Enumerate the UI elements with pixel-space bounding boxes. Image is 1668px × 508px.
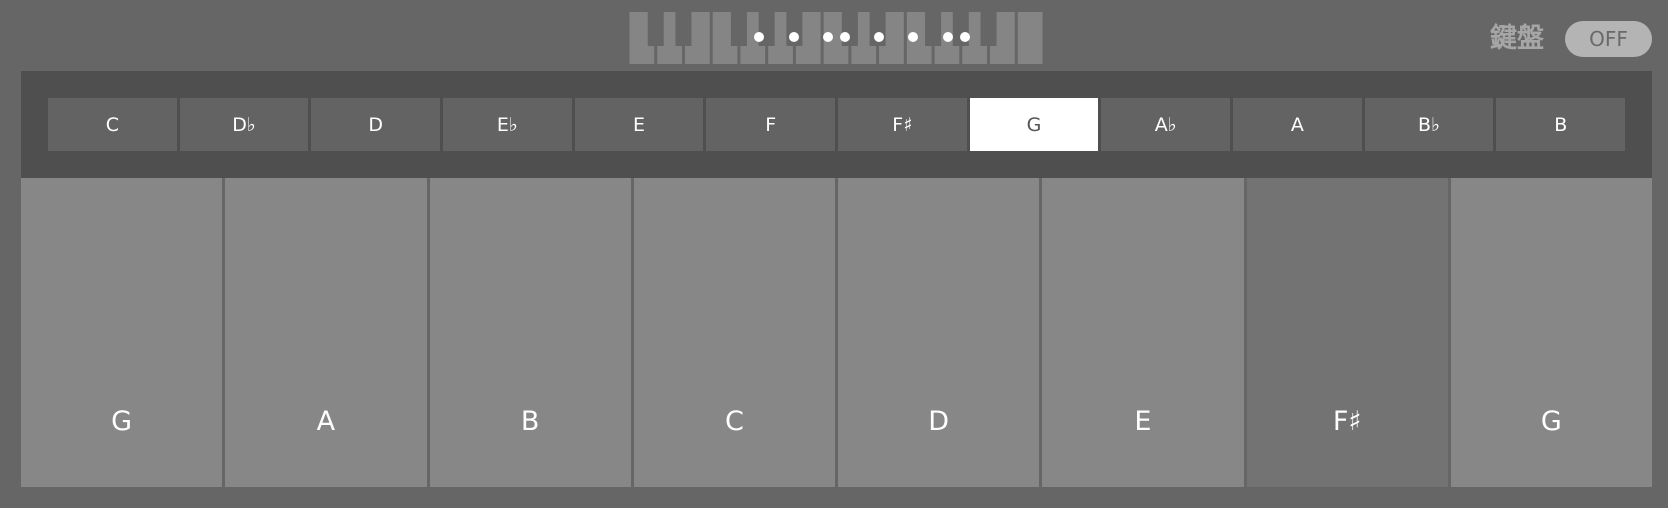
key-button-0[interactable]: C	[48, 98, 177, 151]
mini-white-key	[1017, 12, 1043, 64]
key-button-10[interactable]: B♭	[1364, 98, 1494, 151]
mini-scale-dot	[789, 32, 799, 42]
scale-key-label: C	[724, 406, 744, 437]
key-button-11[interactable]: B	[1496, 98, 1626, 151]
scale-key[interactable]: E	[1042, 178, 1244, 487]
keyboard-toggle[interactable]: OFF	[1565, 21, 1652, 57]
scale-keyboard: G A B C D E F♯ G	[21, 178, 1652, 487]
mini-scale-dot	[823, 32, 833, 42]
mini-scale-dot	[960, 32, 970, 42]
scale-key[interactable]: G	[21, 178, 223, 487]
scale-key-label: E	[1134, 406, 1152, 437]
scale-key-label: F♯	[1332, 406, 1362, 437]
scale-key-label: G	[1540, 406, 1562, 437]
scale-key[interactable]: D	[838, 178, 1040, 487]
key-selector-panel: C D♭ D E♭ E F F♯ G A♭ A B♭ B	[21, 71, 1652, 178]
key-button-4[interactable]: E	[574, 98, 704, 151]
scale-key[interactable]: A	[225, 178, 427, 487]
keyboard-label: 鍵盤	[1490, 23, 1544, 54]
key-button-9[interactable]: A	[1233, 98, 1362, 151]
scale-key[interactable]: B	[429, 178, 631, 487]
mini-black-key	[980, 12, 997, 46]
key-button-8[interactable]: A♭	[1101, 98, 1231, 151]
key-button-3[interactable]: E♭	[443, 98, 572, 151]
mini-scale-dot	[840, 32, 850, 42]
key-button-6[interactable]: F♯	[838, 98, 967, 151]
mini-scale-dot	[874, 32, 884, 42]
key-button-1[interactable]: D♭	[179, 98, 309, 151]
scale-key-label: D	[928, 406, 950, 437]
mini-keyboard-icon	[629, 12, 1043, 64]
key-button-7[interactable]: G	[969, 98, 1099, 151]
scale-key-label: A	[316, 406, 336, 437]
mini-black-key	[675, 12, 692, 46]
mini-black-key	[925, 12, 942, 46]
mini-black-key	[730, 12, 747, 46]
key-button-5[interactable]: F	[706, 98, 836, 151]
scale-key-label: B	[520, 406, 540, 437]
key-button-2[interactable]: D	[311, 98, 441, 151]
scale-key-label: G	[111, 406, 133, 437]
scale-key[interactable]: C	[633, 178, 835, 487]
key-selector: C D♭ D E♭ E F F♯ G A♭ A B♭ B	[48, 98, 1626, 151]
scale-key[interactable]: F♯	[1246, 178, 1448, 487]
mini-black-key	[647, 12, 664, 46]
mini-scale-dot	[908, 32, 918, 42]
mini-scale-dot	[943, 32, 953, 42]
mini-scale-dot	[754, 32, 764, 42]
scale-key[interactable]: G	[1450, 178, 1652, 487]
